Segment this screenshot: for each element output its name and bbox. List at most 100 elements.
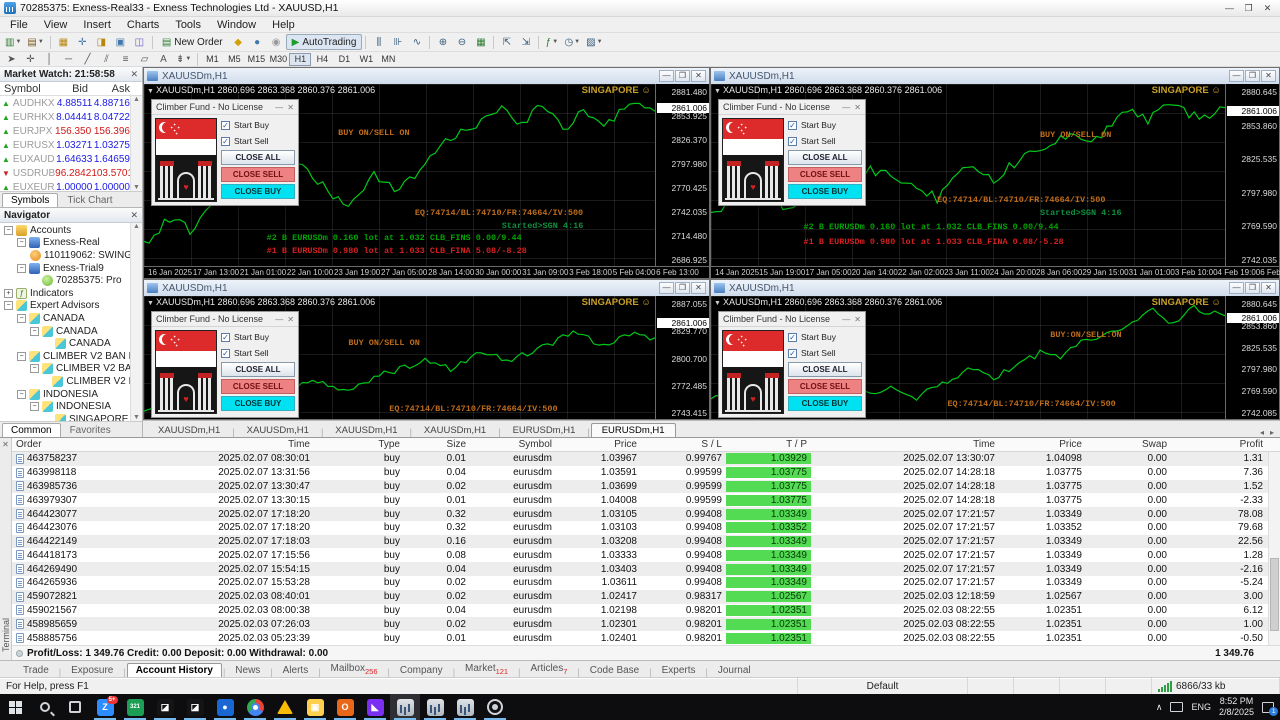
chart-canvas[interactable]: ▼XAUUSDm,H1 2860.696 2863.368 2860.376 2… bbox=[711, 84, 1225, 266]
video-call-app-icon[interactable]: Z5+ bbox=[90, 694, 120, 720]
history-row[interactable]: 4644230762025.02.07 17:18:20buy0.32eurus… bbox=[12, 521, 1280, 535]
navigator-item[interactable]: −CANADA bbox=[0, 312, 142, 325]
search-button[interactable] bbox=[30, 694, 60, 720]
chart-tab-5[interactable]: EURUSDm,H1 bbox=[591, 423, 676, 437]
close-sell-button[interactable]: CLOSE SELL bbox=[788, 167, 862, 182]
chart-minimize-button[interactable]: — bbox=[1229, 282, 1244, 294]
menu-item-help[interactable]: Help bbox=[264, 18, 303, 32]
task-view-button[interactable] bbox=[60, 694, 90, 720]
terminal-close-icon[interactable]: ✕ bbox=[2, 438, 9, 449]
notification-icon[interactable]: 1 bbox=[1262, 702, 1274, 713]
navigator-item[interactable]: +ƒIndicators bbox=[0, 287, 142, 300]
profiles-button[interactable]: ▤▼ bbox=[24, 34, 46, 50]
chart-canvas[interactable]: ▼XAUUSDm,H1 2860.696 2863.368 2860.376 2… bbox=[711, 296, 1225, 419]
collapse-toggle-icon[interactable]: − bbox=[17, 264, 26, 273]
attach-expert-button[interactable]: ◉ bbox=[267, 34, 286, 50]
history-row[interactable]: 4644230772025.02.07 17:18:20buy0.32eurus… bbox=[12, 507, 1280, 521]
calendar-app-icon[interactable]: 321 bbox=[120, 694, 150, 720]
chart-minimize-button[interactable]: — bbox=[659, 70, 674, 82]
history-row[interactable]: 4588857562025.02.03 05:23:39buy0.01eurus… bbox=[12, 631, 1280, 645]
close-buy-button[interactable]: CLOSE BUY bbox=[788, 184, 862, 199]
navigator-tab-favorites[interactable]: Favorites bbox=[61, 423, 120, 437]
office-app-icon[interactable]: O bbox=[330, 694, 360, 720]
start-buy-checkbox[interactable]: ✓ bbox=[788, 121, 797, 130]
arrange-up-button[interactable]: ⇱ bbox=[497, 34, 516, 50]
market-watch-close-icon[interactable]: ✕ bbox=[130, 69, 138, 80]
start-button[interactable] bbox=[0, 694, 30, 720]
indicators-button[interactable]: ƒ▼ bbox=[542, 34, 561, 50]
file-explorer-icon[interactable]: ▣ bbox=[300, 694, 330, 720]
terminal-tab-journal[interactable]: Journal bbox=[709, 663, 760, 677]
navigator-item[interactable]: −Expert Advisors bbox=[0, 300, 142, 313]
history-row[interactable]: 4644221492025.02.07 17:18:03buy0.16eurus… bbox=[12, 535, 1280, 549]
ea-panel-minimize-icon[interactable]: — bbox=[275, 103, 283, 112]
chart-window-titlebar[interactable]: XAUUSDm,H1—❐✕ bbox=[144, 280, 709, 296]
start-sell-checkbox[interactable]: ✓ bbox=[788, 349, 797, 358]
terminal-tab-code-base[interactable]: Code Base bbox=[581, 663, 648, 677]
start-buy-checkbox[interactable]: ✓ bbox=[788, 333, 797, 342]
history-row[interactable]: 4639981182025.02.07 13:31:56buy0.04eurus… bbox=[12, 466, 1280, 480]
cursor-tool[interactable]: ➤ bbox=[2, 51, 21, 67]
navigator-item[interactable]: SINGAPORE bbox=[0, 413, 142, 421]
climber-fund-panel[interactable]: Climber Fund - No License—✕✦✦✦✦✦♥✓Start … bbox=[151, 311, 299, 418]
terminal-tab-market[interactable]: Market121 bbox=[456, 661, 517, 677]
ea-panel-close-icon[interactable]: ✕ bbox=[854, 315, 861, 324]
close-sell-button[interactable]: CLOSE SELL bbox=[221, 379, 295, 394]
market-watch-tab-symbols[interactable]: Symbols bbox=[2, 193, 58, 207]
start-sell-checkbox[interactable]: ✓ bbox=[221, 137, 230, 146]
chart-window-titlebar[interactable]: XAUUSDm,H1—❐✕ bbox=[711, 280, 1279, 296]
chart-window-titlebar[interactable]: XAUUSDm,H1—❐✕ bbox=[711, 68, 1279, 84]
navigator-scrollbar[interactable]: ▲▼ bbox=[130, 223, 142, 421]
scroll-left-icon[interactable]: ◂ bbox=[1260, 428, 1264, 437]
chart-minimize-button[interactable]: — bbox=[659, 282, 674, 294]
chart-close-button[interactable]: ✕ bbox=[691, 70, 706, 82]
menu-item-charts[interactable]: Charts bbox=[119, 18, 167, 32]
periods-button[interactable]: ◷▼ bbox=[561, 34, 583, 50]
chart-restore-button[interactable]: ❐ bbox=[1245, 70, 1260, 82]
menu-item-window[interactable]: Window bbox=[209, 18, 264, 32]
terminal-tab-articles[interactable]: Articles7 bbox=[521, 661, 576, 677]
navigator-item[interactable]: −Exness-Trial9 bbox=[0, 262, 142, 275]
line-chart-button[interactable]: ∿ bbox=[407, 34, 426, 50]
scroll-right-icon[interactable]: ▸ bbox=[1270, 428, 1274, 437]
timeframe-m15-button[interactable]: M15 bbox=[245, 53, 267, 66]
start-sell-checkbox[interactable]: ✓ bbox=[788, 137, 797, 146]
navigator-item[interactable]: CANADA bbox=[0, 337, 142, 350]
climber-fund-panel[interactable]: Climber Fund - No License—✕✦✦✦✦✦♥✓Start … bbox=[718, 311, 866, 418]
navigator-item[interactable]: 110119062: SWING H bbox=[0, 249, 142, 262]
collapse-toggle-icon[interactable]: − bbox=[30, 327, 39, 336]
chart-canvas[interactable]: ▼XAUUSDm,H1 2860.696 2863.368 2860.376 2… bbox=[144, 84, 655, 266]
chrome-app-icon[interactable] bbox=[240, 694, 270, 720]
channel-tool[interactable]: ⫽ bbox=[97, 51, 116, 67]
navigator-tab-common[interactable]: Common bbox=[2, 423, 61, 437]
market-watch-row[interactable]: ▲AUDHKX4.885114.88716 bbox=[0, 96, 142, 110]
autotrading-button[interactable]: ▶AutoTrading bbox=[286, 34, 363, 50]
navigator-item[interactable]: −Exness-Real bbox=[0, 237, 142, 250]
timeframe-h1-button[interactable]: H1 bbox=[289, 53, 311, 66]
timeframe-d1-button[interactable]: D1 bbox=[333, 53, 355, 66]
language-indicator[interactable]: ENG bbox=[1191, 702, 1211, 712]
chart-restore-button[interactable]: ❐ bbox=[675, 282, 690, 294]
timeframe-m5-button[interactable]: M5 bbox=[223, 53, 245, 66]
ea-panel-minimize-icon[interactable]: — bbox=[842, 103, 850, 112]
new-order-button[interactable]: ▤New Order bbox=[156, 34, 229, 50]
metaeditor-button[interactable]: ◆ bbox=[229, 34, 248, 50]
zoom-in-button[interactable]: ⊕ bbox=[433, 34, 452, 50]
market-watch-row[interactable]: ▲EUXEUR1.000001.00000 bbox=[0, 180, 142, 191]
mt4-terminal-icon-3[interactable] bbox=[450, 694, 480, 720]
history-row[interactable]: 4589856592025.02.03 07:26:03buy0.02eurus… bbox=[12, 617, 1280, 631]
timeframe-m30-button[interactable]: M30 bbox=[267, 53, 289, 66]
mt4-terminal-icon-2[interactable] bbox=[420, 694, 450, 720]
market-watch-row[interactable]: ▲EURJPX156.350156.396 bbox=[0, 124, 142, 138]
ea-panel-minimize-icon[interactable]: — bbox=[842, 315, 850, 324]
start-sell-checkbox[interactable]: ✓ bbox=[221, 349, 230, 358]
chart-tab-2[interactable]: XAUUSDm,H1 bbox=[324, 423, 408, 437]
expert-properties-button[interactable]: ● bbox=[248, 34, 267, 50]
text-tool[interactable]: A bbox=[154, 51, 173, 67]
stream-app-icon[interactable]: ◣ bbox=[360, 694, 390, 720]
start-buy-checkbox[interactable]: ✓ bbox=[221, 333, 230, 342]
capcut-app-icon[interactable]: ◪ bbox=[150, 694, 180, 720]
navigator-item[interactable]: CLIMBER V2 BA bbox=[0, 375, 142, 388]
bar-chart-button[interactable]: ⫼ bbox=[369, 34, 388, 50]
chart-body[interactable]: ▼XAUUSDm,H1 2860.696 2863.368 2860.376 2… bbox=[144, 296, 709, 419]
